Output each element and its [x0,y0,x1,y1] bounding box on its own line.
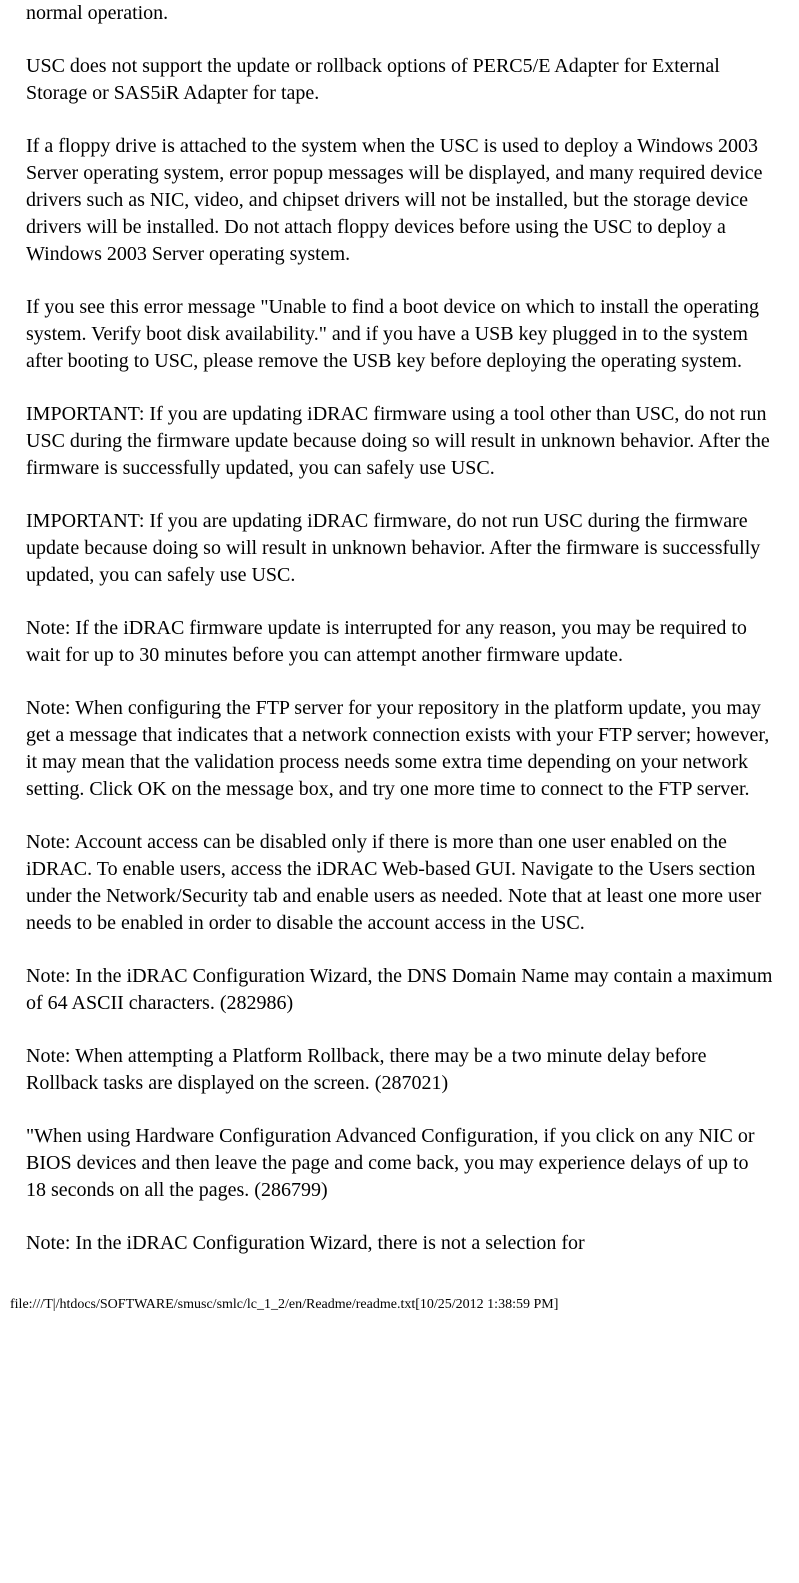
paragraph: Note: In the iDRAC Configuration Wizard,… [26,963,773,1017]
document-content: normal operation. USC does not support t… [0,0,799,1257]
paragraph: normal operation. [26,0,773,27]
paragraph: Note: When attempting a Platform Rollbac… [26,1043,773,1097]
paragraph: IMPORTANT: If you are updating iDRAC fir… [26,508,773,589]
paragraph: Note: In the iDRAC Configuration Wizard,… [26,1230,773,1257]
paragraph: IMPORTANT: If you are updating iDRAC fir… [26,401,773,482]
paragraph: "When using Hardware Configuration Advan… [26,1123,773,1204]
paragraph: Note: When configuring the FTP server fo… [26,695,773,803]
file-path-footer: file:///T|/htdocs/SOFTWARE/smusc/smlc/lc… [0,1297,799,1313]
paragraph: USC does not support the update or rollb… [26,53,773,107]
paragraph: Note: If the iDRAC firmware update is in… [26,615,773,669]
paragraph: Note: Account access can be disabled onl… [26,829,773,937]
paragraph: If a floppy drive is attached to the sys… [26,133,773,268]
paragraph: If you see this error message "Unable to… [26,294,773,375]
